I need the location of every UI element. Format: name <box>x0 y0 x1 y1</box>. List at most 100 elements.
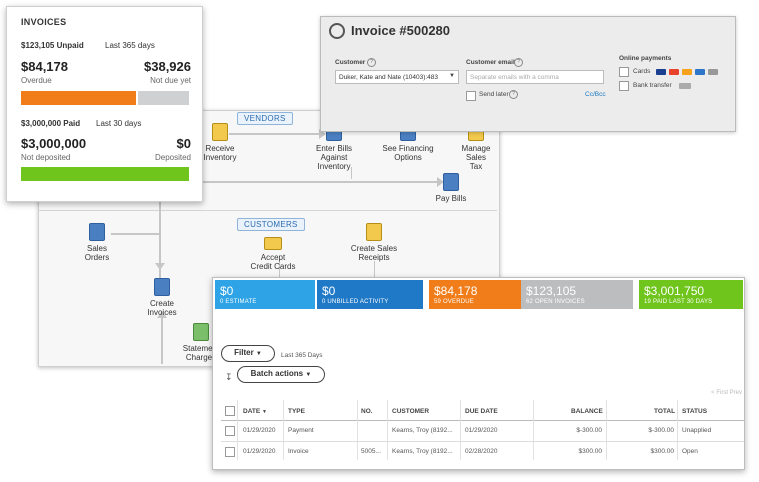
col-no[interactable]: NO. <box>361 408 373 415</box>
section-divider <box>39 210 497 211</box>
not-deposited-label: Not deposited <box>21 153 71 162</box>
receive-inventory-label: Receive Inventory <box>203 144 237 163</box>
not-due-amount: $38,926 <box>144 59 191 74</box>
filter-button[interactable]: Filter ▼ <box>221 345 275 362</box>
paid-tile-value: $3,001,750 <box>644 284 705 298</box>
col-status[interactable]: STATUS <box>682 408 707 415</box>
manage-sales-tax-label: Manage Sales Tax <box>461 144 491 172</box>
sort-arrow-icon[interactable]: ↧ <box>225 372 233 383</box>
col-due-date[interactable]: DUE DATE <box>465 408 498 415</box>
sales-orders-icon <box>89 223 105 241</box>
estimate-tile[interactable]: $0 0 ESTIMATE <box>215 280 315 309</box>
deposited-label: Deposited <box>154 153 191 162</box>
row-1-status: Unapplied <box>682 427 712 434</box>
row-2-due-date: 02/28/2020 <box>465 448 498 455</box>
unbilled-activity-tile[interactable]: $0 0 UNBILLED ACTIVITY <box>317 280 423 309</box>
row-2-date: 01/29/2020 <box>243 448 276 455</box>
help-icon[interactable]: ? <box>367 58 376 67</box>
row-1-due-date: 01/29/2020 <box>465 427 498 434</box>
receive-inventory-icon <box>212 123 228 141</box>
paid-tile[interactable]: $3,001,750 19 PAID LAST 30 DAYS <box>639 280 743 309</box>
column-separator <box>357 400 358 460</box>
column-separator <box>283 400 284 460</box>
applepay-icon <box>708 69 718 75</box>
row-2-customer[interactable]: Kearns, Troy (8192... <box>392 448 453 455</box>
estimate-value: $0 <box>220 284 234 298</box>
create-sales-receipts-node[interactable]: Create Sales Receipts <box>342 223 406 262</box>
filter-period: Last 365 Days <box>281 352 323 359</box>
send-later-checkbox[interactable] <box>466 91 476 101</box>
column-separator <box>533 400 534 460</box>
customer-select[interactable]: Duker, Kate and Nate (10403):483 <box>335 70 459 84</box>
flow-line <box>111 233 159 235</box>
flow-line <box>199 181 439 183</box>
row-2-type: Invoice <box>288 448 309 455</box>
col-type[interactable]: TYPE <box>288 408 305 415</box>
customer-email-label: Customer email <box>466 59 515 66</box>
row-1-date: 01/29/2020 <box>243 427 276 434</box>
column-separator <box>677 400 678 460</box>
column-separator <box>237 400 238 460</box>
statement-icon <box>193 323 209 341</box>
customers-section-label: CUSTOMERS <box>237 218 305 231</box>
invoices-summary-card: INVOICES $123,105 Unpaid Last 365 days $… <box>6 6 203 202</box>
help-icon[interactable]: ? <box>509 90 518 99</box>
history-icon[interactable] <box>329 23 345 39</box>
overdue-tile-value: $84,178 <box>434 284 478 298</box>
select-all-checkbox[interactable] <box>225 406 235 416</box>
row-1-customer[interactable]: Kearns, Troy (8192... <box>392 427 453 434</box>
enter-bills-label: Enter Bills Against Inventory <box>315 144 352 172</box>
help-icon[interactable]: ? <box>514 58 523 67</box>
invoice-title: Invoice #500280 <box>351 23 451 38</box>
row-1-type: Payment <box>288 427 314 434</box>
unpaid-total: $123,105 Unpaid <box>21 41 84 50</box>
col-date[interactable]: DATE ▼ <box>243 408 267 415</box>
caret-down-icon: ▼ <box>255 351 262 357</box>
col-balance[interactable]: BALANCE <box>571 408 603 415</box>
paid-total: $3,000,000 Paid <box>21 119 81 128</box>
bank-transfer-checkbox[interactable] <box>619 81 629 91</box>
pagination[interactable]: < First Prev <box>711 390 742 396</box>
sales-orders-node[interactable]: Sales Orders <box>77 223 117 262</box>
bank-icon <box>679 83 691 89</box>
estimate-caption: 0 ESTIMATE <box>220 299 257 305</box>
row-checkbox[interactable] <box>225 447 235 457</box>
chevron-down-icon[interactable]: ▼ <box>449 73 455 79</box>
deposited-amount: $0 <box>176 136 191 151</box>
row-checkbox[interactable] <box>225 426 235 436</box>
row-2-balance: $300.00 <box>578 448 603 455</box>
paid-progress-bar[interactable] <box>21 167 189 181</box>
caret-down-icon: ▼ <box>305 372 312 378</box>
col-total[interactable]: TOTAL <box>654 408 675 415</box>
customer-email-input[interactable]: Separate emails with a comma <box>466 70 604 84</box>
create-invoices-node[interactable]: Create Invoices <box>139 278 185 317</box>
unbilled-value: $0 <box>322 284 336 298</box>
row-2-status: Open <box>682 448 698 455</box>
pay-bills-node[interactable]: Pay Bills <box>431 173 471 203</box>
paid-period: Last 30 days <box>96 119 142 128</box>
amex-icon <box>695 69 705 75</box>
vendors-section-label: VENDORS <box>237 112 293 125</box>
overdue-tile[interactable]: $84,178 59 OVERDUE <box>429 280 523 309</box>
invoice-form: Invoice #500280 Customer ? Duker, Kate a… <box>320 16 736 132</box>
accept-credit-cards-label: Accept Credit Cards <box>250 253 296 272</box>
create-invoices-label: Create Invoices <box>147 299 177 318</box>
open-invoices-tile[interactable]: $123,105 62 OPEN INVOICES <box>521 280 633 309</box>
batch-actions-button[interactable]: Batch actions ▼ <box>237 366 325 383</box>
cc-bcc-link[interactable]: Cc/Bcc <box>585 91 606 98</box>
overdue-label: Overdue <box>21 76 52 85</box>
not-due-label: Not due yet <box>150 76 191 85</box>
bar-gap <box>136 91 138 105</box>
visa-icon <box>656 69 666 75</box>
unbilled-caption: 0 UNBILLED ACTIVITY <box>322 299 389 305</box>
filter-label: Filter <box>234 348 254 357</box>
summary-title: INVOICES <box>21 17 67 27</box>
cards-checkbox[interactable] <box>619 67 629 77</box>
unpaid-period: Last 365 days <box>105 41 155 50</box>
send-later-label: Send later <box>479 91 509 98</box>
unpaid-progress-bar[interactable] <box>21 91 189 105</box>
col-customer[interactable]: CUSTOMER <box>392 408 429 415</box>
invoices-list-panel: $0 0 ESTIMATE $0 0 UNBILLED ACTIVITY $84… <box>212 277 745 470</box>
accept-credit-cards-node[interactable]: Accept Credit Cards <box>245 237 301 271</box>
receive-inventory-node[interactable]: Receive Inventory <box>197 123 243 162</box>
